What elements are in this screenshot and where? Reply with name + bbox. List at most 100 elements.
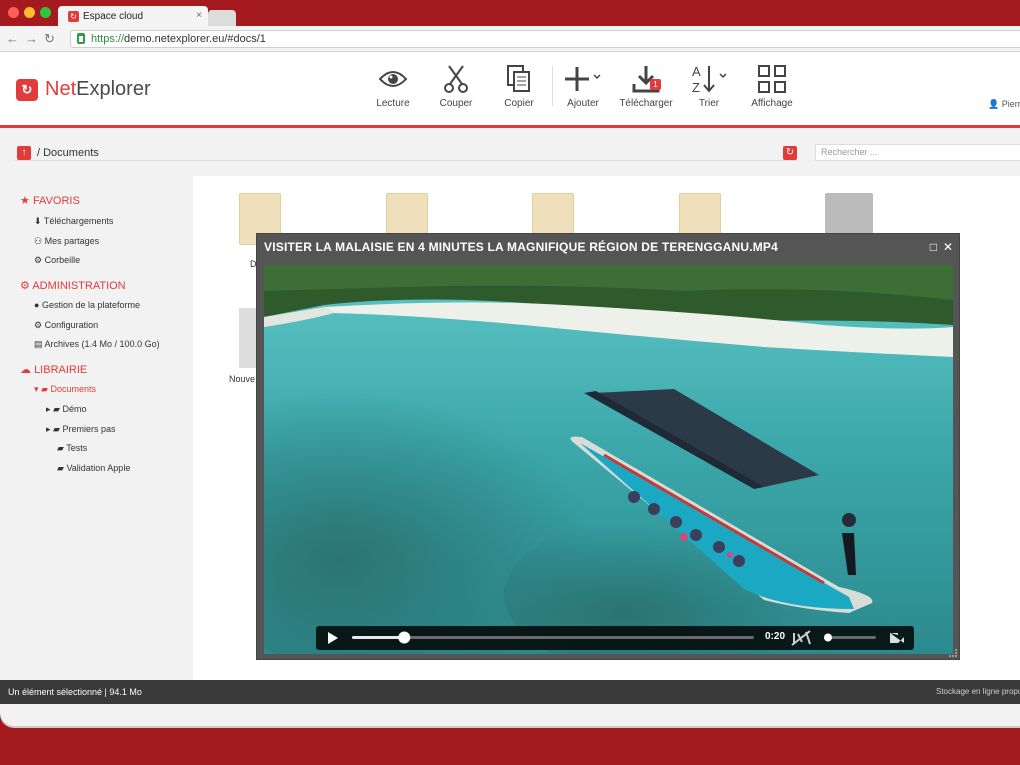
netexplorer-favicon-icon: ↻	[68, 11, 79, 22]
sidebar-item-telechargements[interactable]: ⬇ Téléchargements	[34, 216, 113, 227]
search-input[interactable]: Rechercher ...	[815, 144, 1020, 161]
gear-icon: ⚙	[20, 280, 30, 292]
back-arrow-icon[interactable]: ←	[6, 31, 25, 46]
seek-bar[interactable]	[350, 626, 758, 650]
video-title: VISITER LA MALAISIE EN 4 MINUTES LA MAGN…	[264, 240, 779, 254]
storage-footer: Stockage en ligne propul	[936, 687, 1020, 696]
copier-button[interactable]: Copier	[484, 62, 554, 109]
refresh-button[interactable]: ↻	[783, 146, 797, 160]
tab-title: Espace cloud	[83, 11, 144, 22]
trier-label: Trier	[698, 98, 720, 109]
trier-button[interactable]: AZ Trier	[674, 62, 744, 109]
star-icon: ★	[20, 195, 30, 207]
couper-label: Couper	[439, 98, 473, 109]
affichage-label: Affichage	[751, 98, 793, 109]
sidebar-item-premiers-pas[interactable]: ▸ ▰ Premiers pas	[46, 424, 116, 435]
ajouter-label: Ajouter	[567, 98, 599, 109]
lecture-button[interactable]: Lecture	[358, 62, 428, 109]
grid-icon	[737, 62, 807, 96]
sidebar-item-documents[interactable]: ▾ ▰ Documents	[34, 384, 96, 395]
plus-icon	[548, 62, 618, 96]
reload-icon[interactable]: ↻	[44, 31, 61, 46]
logo-text: NetExplorer	[45, 78, 151, 101]
affichage-button[interactable]: Affichage	[737, 62, 807, 109]
maximize-icon[interactable]: □	[930, 240, 937, 254]
sidebar-item-gestion[interactable]: ● Gestion de la plateforme	[34, 300, 140, 310]
eye-icon	[358, 62, 428, 96]
video-time: 0:20	[765, 631, 786, 642]
copy-icon	[484, 62, 554, 96]
sidebar-item-validation-apple[interactable]: ▰ Validation Apple	[57, 463, 130, 474]
sidebar-item-label: Mes partages	[44, 236, 100, 246]
window-controls	[8, 7, 51, 18]
favoris-title: FAVORIS	[32, 195, 80, 207]
selection-status: Un élément sélectionné | 94.1 Mo	[8, 687, 142, 697]
folder-icon: ▰	[53, 424, 60, 434]
file-label: Nouve	[229, 374, 256, 384]
fullscreen-button[interactable]	[884, 626, 910, 650]
url-scheme: https://	[91, 33, 125, 45]
user-menu[interactable]: 👤 Pierr	[988, 99, 1020, 110]
folder-icon: ▰	[41, 384, 48, 394]
tab-close-icon[interactable]: ×	[196, 10, 202, 21]
copier-label: Copier	[504, 98, 534, 109]
parent-folder-button[interactable]: ↑	[17, 146, 31, 160]
favoris-section[interactable]: ★ FAVORIS	[20, 194, 80, 207]
sidebar-item-configuration[interactable]: ⚙ Configuration	[34, 320, 98, 331]
netexplorer-logo[interactable]: ↻ NetExplorer	[16, 78, 151, 101]
volume-slider[interactable]	[820, 626, 880, 650]
sort-az-icon: AZ	[674, 62, 744, 96]
video-frame[interactable]: 0:20	[264, 265, 953, 654]
video-player-modal: VISITER LA MALAISIE EN 4 MINUTES LA MAGN…	[256, 233, 960, 660]
mute-button[interactable]	[786, 626, 816, 650]
status-bar: Un élément sélectionné | 94.1 Mo Stockag…	[0, 680, 1020, 704]
svg-text:Z: Z	[692, 80, 700, 95]
sidebar-item-archives[interactable]: ▤ Archives (1.4 Mo / 100.0 Go)	[34, 339, 160, 350]
folder-icon: ▰	[57, 443, 64, 453]
ajouter-button[interactable]: Ajouter	[548, 62, 618, 109]
sidebar-item-mes-partages[interactable]: ⚇ Mes partages	[34, 236, 99, 247]
new-tab-button[interactable]	[208, 10, 236, 27]
trash-icon: ⚙	[34, 255, 43, 265]
sidebar-item-label: Téléchargements	[43, 216, 114, 226]
administration-section[interactable]: ⚙ ADMINISTRATION	[20, 279, 126, 292]
play-button[interactable]	[320, 626, 348, 650]
telecharger-label: Télécharger	[619, 98, 673, 109]
maximize-window-button[interactable]	[40, 7, 51, 18]
sidebar-item-label: Documents	[50, 384, 97, 394]
sidebar-item-label: Démo	[62, 404, 87, 414]
breadcrumb[interactable]: / Documents	[37, 147, 99, 159]
lock-icon	[77, 33, 85, 44]
logo-text-net: Net	[45, 78, 77, 100]
video-controls: 0:20	[316, 626, 914, 650]
close-icon[interactable]: ✕	[943, 240, 953, 254]
browser-tab[interactable]: ↻ Espace cloud ×	[58, 6, 208, 27]
sidebar-item-corbeille[interactable]: ⚙ Corbeille	[34, 255, 80, 266]
resize-handle[interactable]	[949, 649, 957, 657]
breadcrumb-underline	[15, 146, 797, 161]
scissors-icon	[421, 62, 491, 96]
sidebar-item-tests[interactable]: ▰ Tests	[57, 443, 87, 454]
download-icon	[611, 62, 681, 96]
sidebar-item-label: Premiers pas	[62, 424, 116, 434]
sidebar-item-label: Validation Apple	[66, 463, 131, 473]
close-window-button[interactable]	[8, 7, 19, 18]
settings-icon: ⚙	[34, 320, 43, 330]
breadcrumb-bar: ↑ / Documents ↻ Rechercher ...	[0, 142, 1020, 166]
sidebar-item-label: Tests	[66, 443, 88, 453]
download-count-badge: 1	[650, 79, 661, 90]
url-input[interactable]: https://demo.netexplorer.eu/#docs/1	[70, 30, 1020, 48]
telecharger-button[interactable]: 1 Télécharger	[611, 62, 681, 109]
share-icon: ⚇	[34, 236, 43, 246]
caret-down-icon: ▾	[34, 384, 39, 394]
forward-arrow-icon[interactable]: →	[25, 31, 44, 46]
sidebar-item-label: Configuration	[44, 320, 99, 330]
couper-button[interactable]: Couper	[421, 62, 491, 109]
nav-buttons: ←→↻	[6, 31, 61, 47]
minimize-window-button[interactable]	[24, 7, 35, 18]
logo-text-explorer: Explorer	[76, 78, 151, 100]
sidebar-item-demo[interactable]: ▸ ▰ Démo	[46, 404, 87, 415]
librairie-section[interactable]: ☁ LIBRAIRIE	[20, 363, 87, 376]
browser-tab-bar: ↻ Espace cloud ×	[0, 0, 1020, 27]
sidebar-item-label: Archives (1.4 Mo / 100.0 Go)	[44, 339, 160, 349]
